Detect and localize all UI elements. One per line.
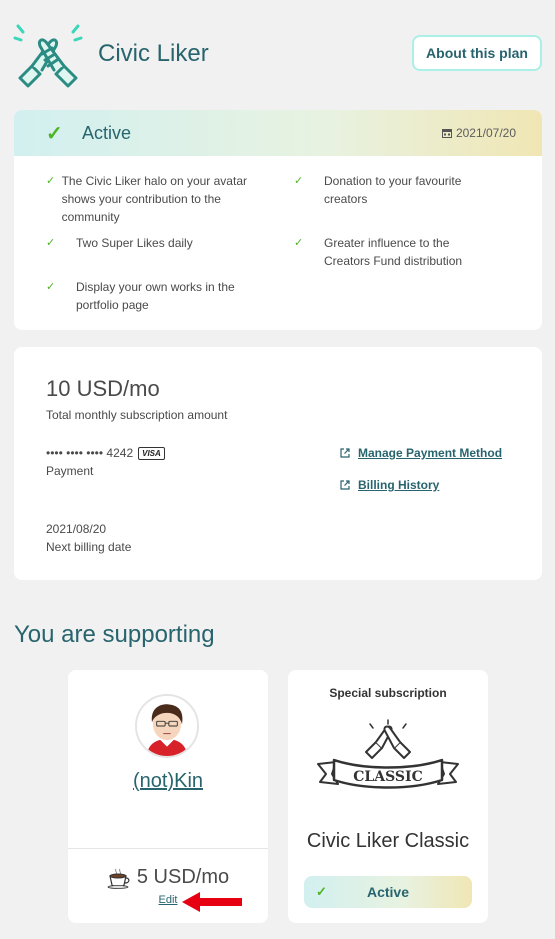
feature-text: The Civic Liker halo on your avatar show…: [61, 174, 247, 224]
plan-card: ✓ Active 2021/07/20 ✓ The Civic Liker ha…: [14, 110, 542, 330]
manage-payment-link[interactable]: Manage Payment Method: [340, 446, 502, 460]
check-icon: ✓: [294, 237, 304, 249]
page-header: Civic Liker About this plan: [0, 0, 555, 110]
special-subscription-name: Civic Liker Classic: [306, 830, 470, 852]
next-billing-date: 2021/08/20: [46, 522, 107, 536]
subscription-amount: 10 USD/mo: [46, 376, 160, 401]
feature-text: Donation to your favourite creators: [324, 174, 462, 206]
creator-price-text: 5 USD/mo: [136, 866, 230, 888]
card-number: •••• •••• •••• 4242 VISA: [46, 446, 165, 460]
feature-item: ✓ Two Super Likes daily: [46, 234, 274, 252]
payment-label: Payment: [46, 464, 94, 478]
card-number-masked: •••• •••• •••• 4242: [46, 446, 134, 460]
divider: [68, 848, 268, 849]
avatar-image: [137, 696, 197, 756]
creator-card: (not)Kin 5 USD/mo Edit: [68, 670, 268, 923]
coffee-cup-icon: [107, 868, 130, 889]
creator-price: 5 USD/mo: [68, 866, 268, 889]
special-status-badge: ✓ Active: [304, 876, 472, 908]
supporting-section-title: You are supporting: [14, 621, 215, 648]
payment-card: 10 USD/mo Total monthly subscription amo…: [14, 347, 542, 580]
handshake-logo-icon: [13, 24, 83, 88]
classic-badge-icon: CLASSIC: [314, 718, 462, 800]
check-icon: ✓: [46, 175, 56, 187]
visa-icon: VISA: [138, 446, 165, 460]
about-plan-button[interactable]: About this plan: [412, 35, 542, 71]
plan-date: 2021/07/20: [455, 126, 516, 140]
feature-item: ✓ Display your own works in the portfoli…: [46, 278, 274, 314]
page-title: Civic Liker: [98, 40, 209, 67]
manage-payment-label[interactable]: Manage Payment Method: [358, 446, 502, 460]
subscription-amount-label: Total monthly subscription amount: [46, 408, 228, 422]
check-icon: ✓: [46, 237, 56, 249]
external-link-icon: [340, 448, 350, 458]
check-icon: ✓: [294, 175, 304, 187]
special-status-text: Active: [366, 884, 410, 900]
creator-name-link[interactable]: (not)Kin: [68, 770, 268, 793]
next-billing-date-label: Next billing date: [46, 540, 132, 554]
plan-date-wrap: 2021/07/20: [441, 126, 516, 140]
feature-item: ✓ Donation to your favourite creators: [294, 172, 514, 208]
special-subscription-card: Special subscription CLASSIC Civic Liker…: [288, 670, 488, 923]
billing-history-label[interactable]: Billing History: [358, 478, 439, 492]
external-link-icon: [340, 480, 350, 490]
special-subscription-label: Special subscription: [329, 686, 447, 700]
classic-badge-text: CLASSIC: [353, 769, 422, 785]
check-icon: ✓: [46, 123, 63, 145]
plan-status-bar: ✓ Active 2021/07/20: [14, 110, 542, 156]
classic-badge-graphic: CLASSIC: [317, 719, 459, 789]
feature-item: ✓ The Civic Liker halo on your avatar sh…: [46, 172, 274, 226]
billing-history-link[interactable]: Billing History: [340, 478, 439, 492]
red-arrow-annotation: [182, 892, 242, 912]
feature-text: Greater influence to the Creators Fund d…: [324, 236, 463, 268]
feature-text: Display your own works in the portfolio …: [76, 280, 235, 312]
feature-item: ✓ Greater influence to the Creators Fund…: [294, 234, 514, 270]
feature-text: Two Super Likes daily: [76, 236, 193, 250]
calendar-icon: [441, 129, 452, 138]
plan-status: Active: [82, 123, 132, 143]
check-icon: ✓: [46, 281, 56, 293]
avatar[interactable]: [135, 694, 199, 758]
